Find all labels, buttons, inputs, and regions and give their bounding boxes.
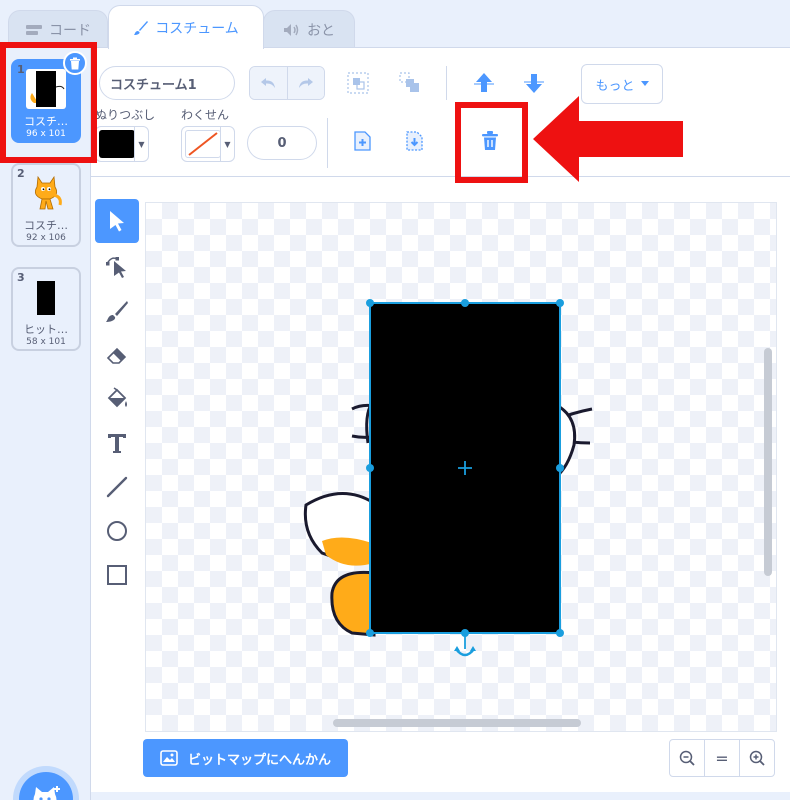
- line-tool[interactable]: [95, 465, 139, 509]
- add-costume-button[interactable]: [19, 772, 73, 800]
- tab-code-label: コード: [49, 22, 91, 39]
- ungroup-icon: [399, 72, 419, 92]
- paste-icon: [406, 131, 423, 151]
- brush-tool[interactable]: [95, 289, 139, 333]
- costume-name-input[interactable]: [99, 66, 235, 100]
- paint-editor: もっと ぬりつぶし わくせん ▼ ▼: [91, 47, 790, 792]
- text-tool[interactable]: [95, 421, 139, 465]
- trash-icon: [482, 131, 498, 150]
- outline-width-input[interactable]: [247, 126, 317, 160]
- eraser-icon: [106, 347, 127, 364]
- costume-thumbnail: [26, 173, 66, 213]
- costume-number: 3: [17, 271, 25, 284]
- caret-down-icon: [640, 81, 649, 86]
- group-icon: [347, 72, 369, 94]
- undo-icon: [261, 78, 276, 88]
- horizontal-scrollbar[interactable]: [333, 719, 581, 727]
- rectangle-tool[interactable]: [95, 553, 139, 597]
- zoom-in-icon: [749, 750, 765, 766]
- text-icon: [108, 434, 126, 453]
- convert-to-bitmap-button[interactable]: ビットマップにへんかん: [143, 739, 348, 777]
- costume-tile-2[interactable]: 2 コスチ… 92 x 106: [11, 163, 81, 247]
- red-arrow-icon: [533, 96, 683, 182]
- costume-name: コスチ…: [24, 219, 68, 232]
- costume-size: 92 x 106: [26, 233, 66, 243]
- copy-icon: [354, 131, 371, 151]
- paste-button[interactable]: [399, 126, 429, 156]
- fill-tool[interactable]: [95, 377, 139, 421]
- zoom-reset-button[interactable]: =: [704, 740, 739, 776]
- outline-swatch: [185, 130, 221, 158]
- costume-thumbnail: [26, 277, 66, 317]
- undo-button[interactable]: [250, 67, 287, 99]
- arrow-down-icon: [524, 74, 544, 93]
- toolbar-divider: [327, 118, 328, 168]
- copy-button[interactable]: [347, 126, 377, 156]
- line-icon: [106, 476, 128, 498]
- tab-sound[interactable]: おと: [263, 10, 355, 48]
- costume-name: コスチ…: [24, 115, 68, 128]
- tab-code[interactable]: コード: [8, 10, 108, 48]
- zoom-reset-label: =: [715, 748, 729, 768]
- paint-canvas[interactable]: [145, 202, 777, 732]
- image-icon: [160, 750, 178, 766]
- tab-costume[interactable]: コスチューム: [108, 5, 264, 49]
- costume-tile-1[interactable]: 1 コスチ… 96 x 101: [11, 51, 87, 143]
- vertical-scrollbar[interactable]: [764, 348, 772, 576]
- fill-color-picker[interactable]: ▼: [95, 126, 149, 162]
- forward-button[interactable]: [469, 68, 499, 98]
- ungroup-button[interactable]: [395, 68, 425, 98]
- zoom-out-button[interactable]: [670, 740, 704, 776]
- costume-number: 2: [17, 167, 25, 180]
- costume-list: 1 コスチ… 96 x 101 2 コスチ… 92 x 106 3 ヒット… 5…: [0, 47, 91, 800]
- convert-label: ビットマップにへんかん: [187, 751, 331, 767]
- code-icon: [25, 23, 43, 37]
- cat-add-icon: [33, 786, 60, 800]
- paint-bucket-icon: [107, 387, 127, 408]
- costume-delete-button[interactable]: [63, 51, 87, 75]
- toolbar-divider: [446, 66, 447, 100]
- rectangle-icon: [107, 565, 127, 585]
- group-button[interactable]: [343, 68, 373, 98]
- eraser-tool[interactable]: [95, 333, 139, 377]
- undo-redo-group: [249, 66, 325, 100]
- outline-color-picker[interactable]: ▼: [181, 126, 235, 162]
- costume-size: 96 x 101: [26, 129, 66, 139]
- redo-icon: [298, 78, 313, 88]
- speaker-icon: [283, 23, 301, 37]
- fill-label: ぬりつぶし: [95, 108, 156, 122]
- zoom-controls: =: [669, 739, 775, 777]
- paint-editor-app: コード コスチューム おと 1 コスチ… 96 x 101 2 コスチ… 92 …: [0, 0, 790, 800]
- reshape-tool[interactable]: [95, 245, 139, 289]
- costume-size: 58 x 101: [26, 337, 66, 347]
- caret-down-icon: ▼: [220, 127, 234, 161]
- tab-costume-label: コスチューム: [155, 20, 239, 37]
- arrow-up-icon: [474, 73, 494, 92]
- select-tool[interactable]: [95, 199, 139, 243]
- costume-name: ヒット…: [24, 323, 68, 336]
- caret-down-icon: ▼: [134, 127, 148, 161]
- reshape-icon: [106, 257, 126, 278]
- zoom-out-icon: [679, 750, 695, 766]
- costume-number: 1: [17, 63, 25, 76]
- costume-tile-3[interactable]: 3 ヒット… 58 x 101: [11, 267, 81, 351]
- circle-tool[interactable]: [95, 509, 139, 553]
- zoom-in-button[interactable]: [739, 740, 774, 776]
- canvas-artwork: [303, 299, 593, 657]
- brush-icon: [133, 20, 149, 36]
- fill-swatch: [99, 130, 135, 158]
- redo-button[interactable]: [286, 67, 324, 99]
- delete-button[interactable]: [475, 126, 505, 156]
- pointer-icon: [110, 211, 124, 232]
- brush-icon: [106, 301, 128, 322]
- more-label: もっと: [595, 78, 635, 94]
- costume-thumbnail: [26, 69, 66, 109]
- tab-sound-label: おと: [307, 22, 335, 39]
- trash-icon: [70, 57, 80, 69]
- circle-icon: [107, 521, 127, 541]
- outline-label: わくせん: [181, 108, 230, 122]
